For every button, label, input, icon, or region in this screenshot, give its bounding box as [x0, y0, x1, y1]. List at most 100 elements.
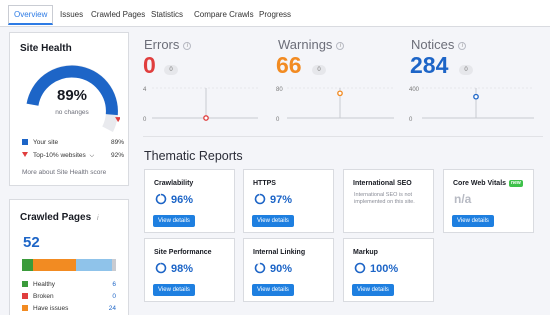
row-have-issues: Have issues 24: [22, 305, 116, 312]
chevron-down-icon[interactable]: ⌵: [90, 153, 95, 159]
crawled-pages-bar: [22, 259, 116, 271]
report-international-seo: International SEO International SEO is n…: [343, 169, 434, 233]
site-health-title: Site Health: [20, 43, 72, 54]
legend-label: Your site: [33, 139, 59, 146]
legend-value: 92%: [110, 152, 124, 159]
broken-swatch: [22, 293, 28, 299]
info-icon[interactable]: i: [183, 42, 192, 50]
report-title: Site Performance: [154, 249, 212, 256]
report-site-performance: Site Performance 98% View details: [144, 238, 235, 302]
bar-segment-blocked: [112, 259, 116, 271]
report-score: 98%: [155, 262, 193, 277]
notices-ymax: 400: [409, 87, 420, 93]
tab-bar: Overview Issues Crawled Pages Statistics…: [0, 0, 550, 27]
score-ring-icon: [354, 262, 366, 277]
row-label: Healthy: [33, 281, 56, 288]
row-label: Have issues: [33, 305, 69, 312]
notices-point: [473, 93, 479, 100]
legend-value: 89%: [110, 139, 124, 146]
info-icon[interactable]: i: [97, 215, 99, 222]
view-details-button[interactable]: View details: [352, 284, 394, 296]
thematic-reports-title: Thematic Reports: [144, 149, 243, 163]
tab-compare-crawls[interactable]: Compare Crawls: [189, 6, 259, 23]
errors-sparkline: 4 0: [143, 87, 258, 123]
report-markup: Markup 100% View details: [343, 238, 434, 302]
warnings-count[interactable]: 66: [276, 52, 302, 79]
score-ring-icon: [155, 262, 167, 277]
warnings-change-badge: 0: [312, 65, 326, 75]
tab-statistics[interactable]: Statistics: [146, 6, 188, 23]
row-broken: Broken 0: [22, 293, 116, 300]
crawled-pages-title-text: Crawled Pages: [20, 212, 92, 223]
notices-count[interactable]: 284: [410, 52, 448, 79]
tab-overview[interactable]: Overview: [8, 5, 54, 25]
report-https: HTTPS 97% View details: [243, 169, 334, 233]
crawled-pages-card: Crawled Pages i 52 Healthy 6 Broken 0 Ha…: [9, 199, 129, 315]
report-score-value: 96%: [171, 194, 194, 206]
view-details-button[interactable]: View details: [252, 215, 294, 227]
report-internal-linking: Internal Linking 90% View details: [243, 238, 334, 302]
new-badge: new: [509, 180, 523, 187]
view-details-button[interactable]: View details: [252, 284, 294, 296]
errors-label: Errors i: [144, 37, 192, 52]
report-note: International SEO is not implemented on …: [354, 192, 415, 205]
report-title: Crawlability: [154, 180, 194, 187]
crawled-pages-title: Crawled Pages i: [20, 212, 99, 223]
info-icon[interactable]: i: [458, 42, 467, 50]
errors-count[interactable]: 0: [143, 52, 156, 79]
notices-change-badge: 0: [459, 65, 473, 75]
warnings-ymax: 80: [276, 87, 283, 93]
errors-ymax: 4: [143, 87, 147, 93]
row-value[interactable]: 24: [109, 305, 116, 312]
tab-crawled-pages[interactable]: Crawled Pages: [86, 6, 150, 23]
report-na: n/a: [454, 192, 472, 206]
row-label: Broken: [33, 293, 54, 300]
site-health-percent: 89%: [56, 87, 88, 104]
view-details-button[interactable]: View details: [153, 215, 195, 227]
report-score: 97%: [254, 193, 292, 208]
score-ring-icon: [155, 193, 167, 208]
warnings-label-text: Warnings: [278, 37, 333, 52]
legend-label: Top-10% websites: [33, 152, 86, 159]
report-core-web-vitals: Core Web Vitals new n/a View details: [443, 169, 534, 233]
info-icon[interactable]: i: [336, 42, 345, 50]
warnings-sparkline: 80 0: [276, 87, 394, 123]
errors-label-text: Errors: [144, 37, 180, 52]
view-details-button[interactable]: View details: [153, 284, 195, 296]
bar-segment-healthy: [22, 259, 33, 271]
have-issues-swatch: [22, 305, 28, 311]
bar-segment-redirected: [76, 259, 113, 271]
score-ring-icon: [254, 262, 266, 277]
report-score-value: 100%: [370, 263, 399, 275]
warnings-ymin: 0: [276, 117, 280, 123]
legend-your-site: Your site 89%: [22, 139, 124, 146]
report-crawlability: Crawlability 96% View details: [144, 169, 235, 233]
warnings-point: [337, 90, 343, 97]
report-title: Core Web Vitals new: [453, 180, 523, 187]
notices-ymin: 0: [409, 117, 413, 123]
report-score: 96%: [155, 193, 193, 208]
errors-change-badge: 0: [164, 65, 178, 75]
report-title: Markup: [353, 249, 378, 256]
report-title: International SEO: [353, 180, 412, 187]
report-score: 90%: [254, 262, 292, 277]
tab-issues[interactable]: Issues: [55, 6, 88, 23]
row-value[interactable]: 0: [112, 293, 116, 300]
top10-triangle-icon: [22, 152, 28, 157]
view-details-button[interactable]: View details: [452, 215, 494, 227]
report-title: HTTPS: [253, 180, 276, 187]
score-ring-icon: [254, 193, 266, 208]
errors-point: [203, 115, 209, 121]
row-healthy: Healthy 6: [22, 281, 116, 288]
legend-top10[interactable]: Top-10% websites ⌵ 92%: [22, 152, 124, 160]
crawled-pages-count[interactable]: 52: [23, 234, 40, 251]
tab-progress[interactable]: Progress: [254, 6, 296, 23]
report-title: Internal Linking: [253, 249, 306, 256]
more-about-site-health-link[interactable]: More about Site Health score: [22, 169, 106, 176]
site-health-change: no changes: [55, 109, 89, 116]
row-value[interactable]: 6: [112, 281, 116, 288]
warnings-label: Warnings i: [278, 37, 345, 52]
site-health-card: Site Health 89% no changes Your site 89%…: [9, 32, 129, 186]
notices-sparkline: 400 0: [409, 87, 534, 123]
healthy-swatch: [22, 281, 28, 287]
